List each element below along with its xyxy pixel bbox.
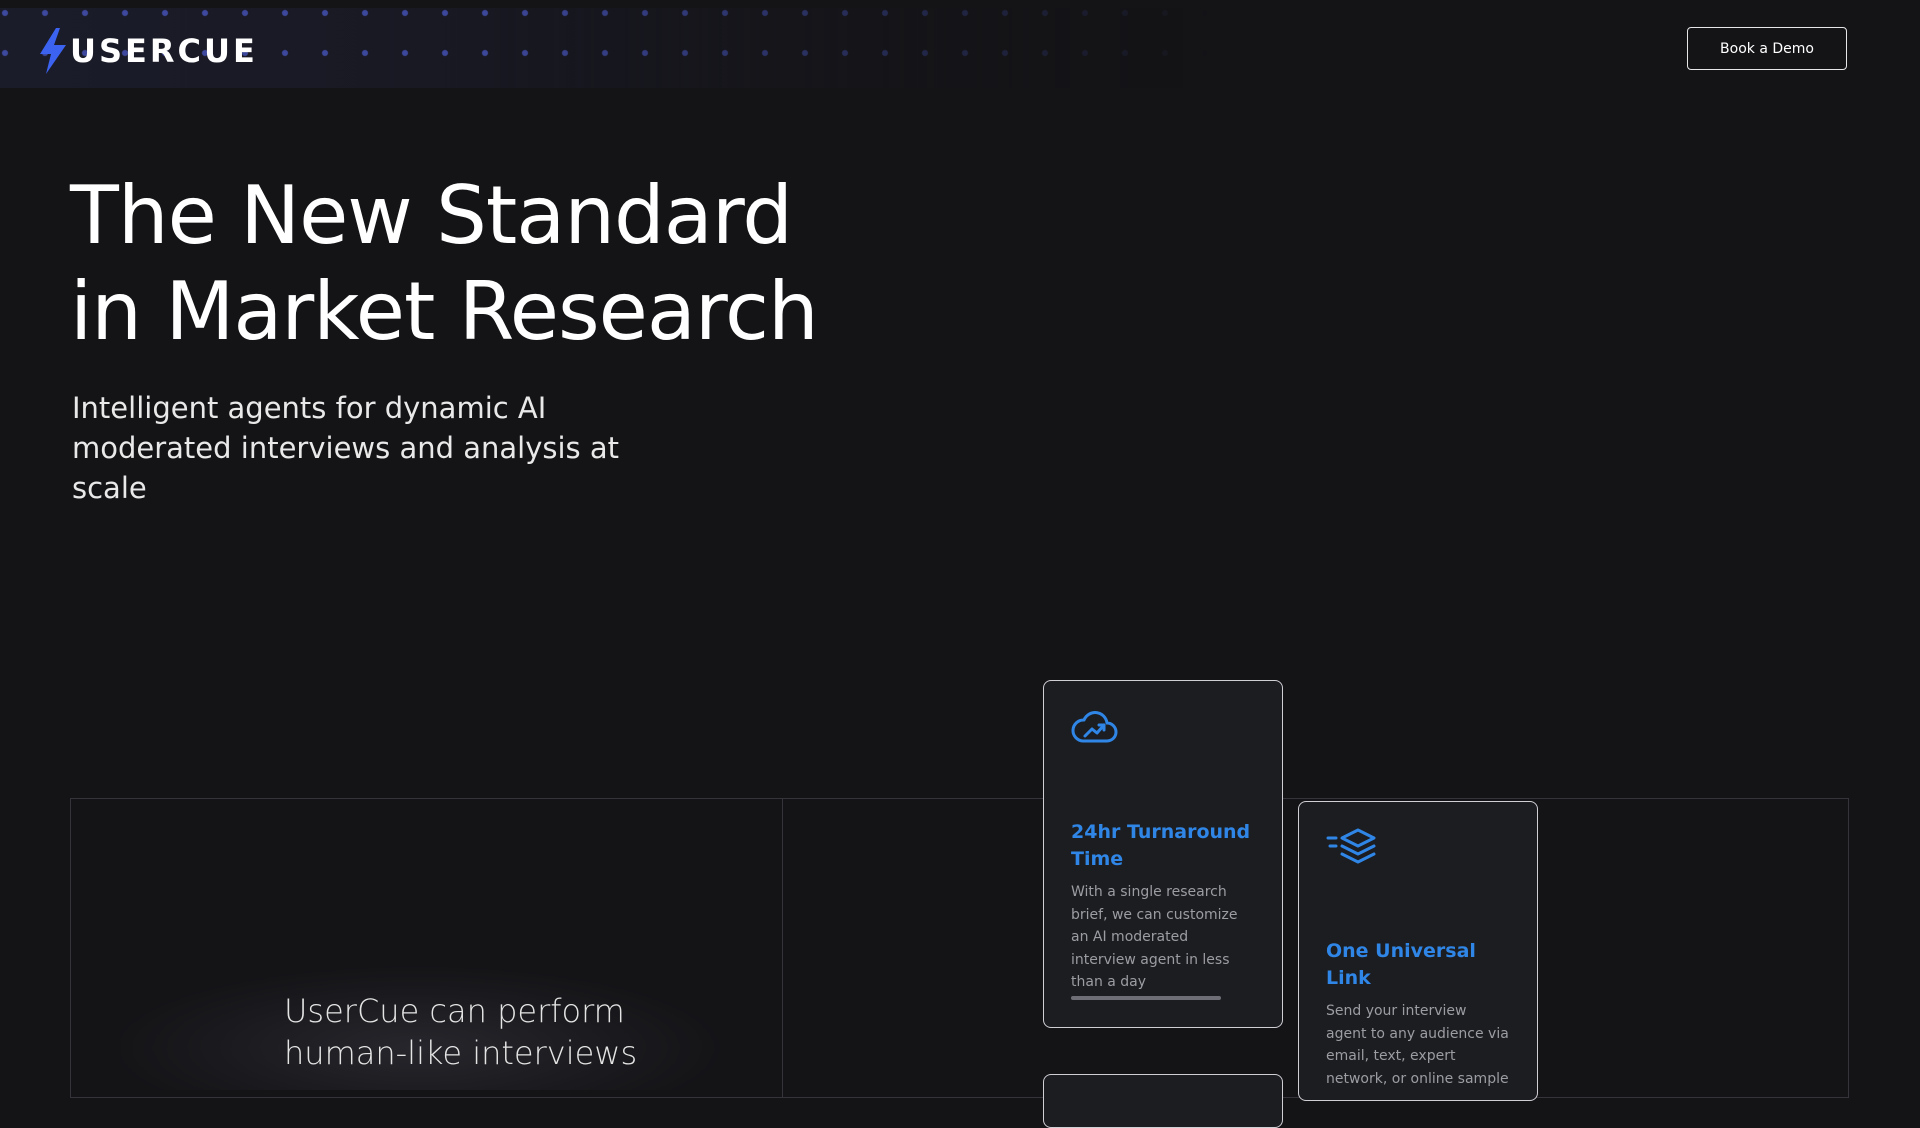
book-demo-button[interactable]: Book a Demo [1687, 27, 1847, 70]
logo-text: USERCUE [70, 32, 258, 70]
feature-title: 24hr Turnaround Time [1071, 821, 1251, 870]
feature-card-turnaround[interactable]: 24hr Turnaround Time With a single resea… [1043, 680, 1283, 1028]
section-tagline: UserCue can perform human-like interview… [284, 992, 638, 1072]
feature-description: With a single research brief, we can cus… [1071, 884, 1238, 990]
hero-title-line-2: in Market Research [70, 265, 819, 358]
lightning-bolt-icon [38, 28, 68, 74]
feature-card-partial[interactable] [1043, 1074, 1283, 1128]
logo[interactable]: USERCUE [38, 28, 258, 74]
feature-card-universal-link[interactable]: One Universal Link Send your interview a… [1298, 801, 1538, 1101]
panel-divider [782, 798, 783, 1098]
card-progress-bar [1071, 996, 1221, 1000]
cloud-trend-icon [1071, 707, 1255, 749]
hero-title: The New Standard in Market Research [70, 168, 970, 360]
feature-title: One Universal Link [1326, 940, 1476, 989]
hero-subtitle: Intelligent agents for dynamic AI modera… [72, 391, 620, 505]
card-progress-fill [1071, 996, 1221, 1000]
stacked-layers-icon [1326, 828, 1510, 868]
feature-description: Send your interview agent to any audienc… [1326, 1003, 1509, 1087]
hero-title-line-1: The New Standard [70, 169, 793, 262]
